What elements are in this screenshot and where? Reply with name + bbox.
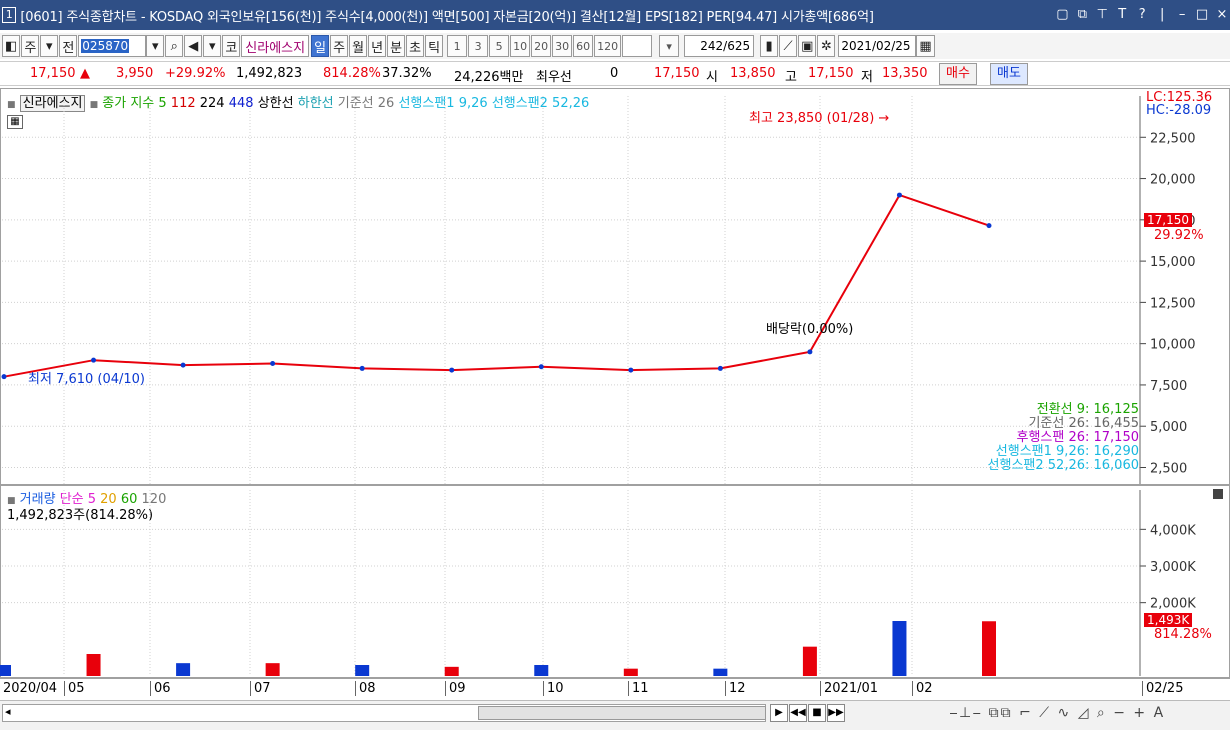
price-tick-label: 7,500: [1150, 379, 1187, 394]
close-price-point: [807, 349, 813, 355]
close-price-point: [986, 223, 992, 229]
x-label: 02: [912, 681, 933, 696]
close-price-point: [359, 365, 365, 371]
close-price-point: [449, 367, 455, 373]
x-label: 08: [355, 681, 376, 696]
volume-tick-label: 4,000K: [1150, 523, 1196, 538]
x-label: 05: [64, 681, 85, 696]
volume-bar: [713, 668, 728, 676]
close-price-point: [270, 360, 276, 366]
x-label: 09: [445, 681, 466, 696]
play-icon[interactable]: ▶: [770, 704, 788, 722]
x-label: 06: [150, 681, 171, 696]
volume-bar: [444, 666, 459, 676]
ichimoku-span2: 선행스팬2 52,26: 16,060: [987, 458, 1139, 473]
price-tick-label: 2,500: [1150, 461, 1187, 476]
close-price-point: [91, 357, 97, 363]
volume-bar: [802, 646, 817, 676]
x-axis: 2020/04 05 06 07 08 09 10 11 12 2021/01 …: [0, 678, 1230, 698]
price-tick-label: 10,000: [1150, 338, 1196, 353]
chart-window: 1 [0601] 주식종합차트 - KOSDAQ 외국인보유[156(천)] 주…: [0, 0, 1230, 730]
close-price-point: [717, 365, 723, 371]
stop-icon[interactable]: ■: [808, 704, 826, 722]
volume-bar: [0, 665, 11, 676]
ichimoku-span1: 선행스팬1 9,26: 16,290: [995, 444, 1139, 459]
scroll-left-icon[interactable]: ◂: [5, 705, 11, 718]
low-annotation: 최저 7,610 (04/10): [28, 372, 146, 387]
price-tick-label: 12,500: [1150, 296, 1196, 311]
ichimoku-lagging: 후행스팬 26: 17,150: [1016, 430, 1139, 445]
volume-tag: 1,493K: [1144, 613, 1193, 627]
volume-bar: [623, 668, 638, 676]
bottom-bar: ◂ ▶ ◀◀ ■ ▶▶ ⎯⊥⎯ ⧉⧉ ⌐ ⟋ ∿ ◿ ⌕ − + A: [0, 700, 1230, 730]
price-tag: 17,150: [1144, 213, 1192, 227]
x-label: 12: [725, 681, 746, 696]
scroll-thumb[interactable]: [478, 706, 766, 720]
x-label: 2020/04: [3, 681, 58, 696]
volume-bar: [892, 621, 907, 676]
pct-tag: 29.92%: [1154, 228, 1204, 243]
ichimoku-base: 기준선 26: 16,455: [1028, 416, 1139, 431]
price-tick-label: 5,000: [1150, 420, 1187, 435]
nav-buttons: ▶ ◀◀ ■ ▶▶: [770, 704, 846, 722]
x-label: 11: [628, 681, 649, 696]
volume-bar: [176, 663, 191, 676]
forward-icon[interactable]: ▶▶: [827, 704, 845, 722]
hc-label: HC:-28.09: [1146, 103, 1212, 118]
volume-tick-label: 2,000K: [1150, 597, 1196, 612]
ichimoku-conversion: 전환선 9: 16,125: [1036, 402, 1139, 417]
price-tick-label: 15,000: [1150, 255, 1196, 270]
volume-bar: [265, 663, 280, 676]
price-tick-label: 22,500: [1150, 131, 1196, 146]
volume-tick-label: 3,000K: [1150, 560, 1196, 575]
volume-bar: [534, 665, 549, 676]
rewind-icon[interactable]: ◀◀: [789, 704, 807, 722]
close-price-point: [180, 362, 186, 368]
horizontal-scrollbar[interactable]: ◂: [2, 704, 766, 722]
x-label-current: 02/25: [1142, 681, 1183, 696]
volume-pct-tag: 814.28%: [1154, 627, 1212, 642]
volume-bar: [982, 621, 996, 676]
close-price-point: [896, 192, 902, 198]
volume-bar: [355, 665, 370, 676]
close-price-point: [538, 364, 544, 370]
close-price-point: [628, 367, 634, 373]
high-annotation: 최고 23,850 (01/28) →: [749, 111, 890, 126]
volume-bar: [86, 654, 101, 676]
close-price-line: [3, 193, 990, 378]
x-label: 07: [250, 681, 271, 696]
drawing-tools[interactable]: ⎯⊥⎯ ⧉⧉ ⌐ ⟋ ∿ ◿ ⌕ − + A: [950, 705, 1165, 721]
x-label: 10: [543, 681, 564, 696]
dividend-annotation: 배당락(0.00%): [766, 322, 854, 337]
chart-canvas: 2,5005,0007,50010,00012,50015,00017,5002…: [0, 96, 1196, 676]
x-label: 2021/01: [820, 681, 878, 696]
price-tick-label: 20,000: [1150, 173, 1196, 188]
close-price-point: [1, 374, 7, 380]
